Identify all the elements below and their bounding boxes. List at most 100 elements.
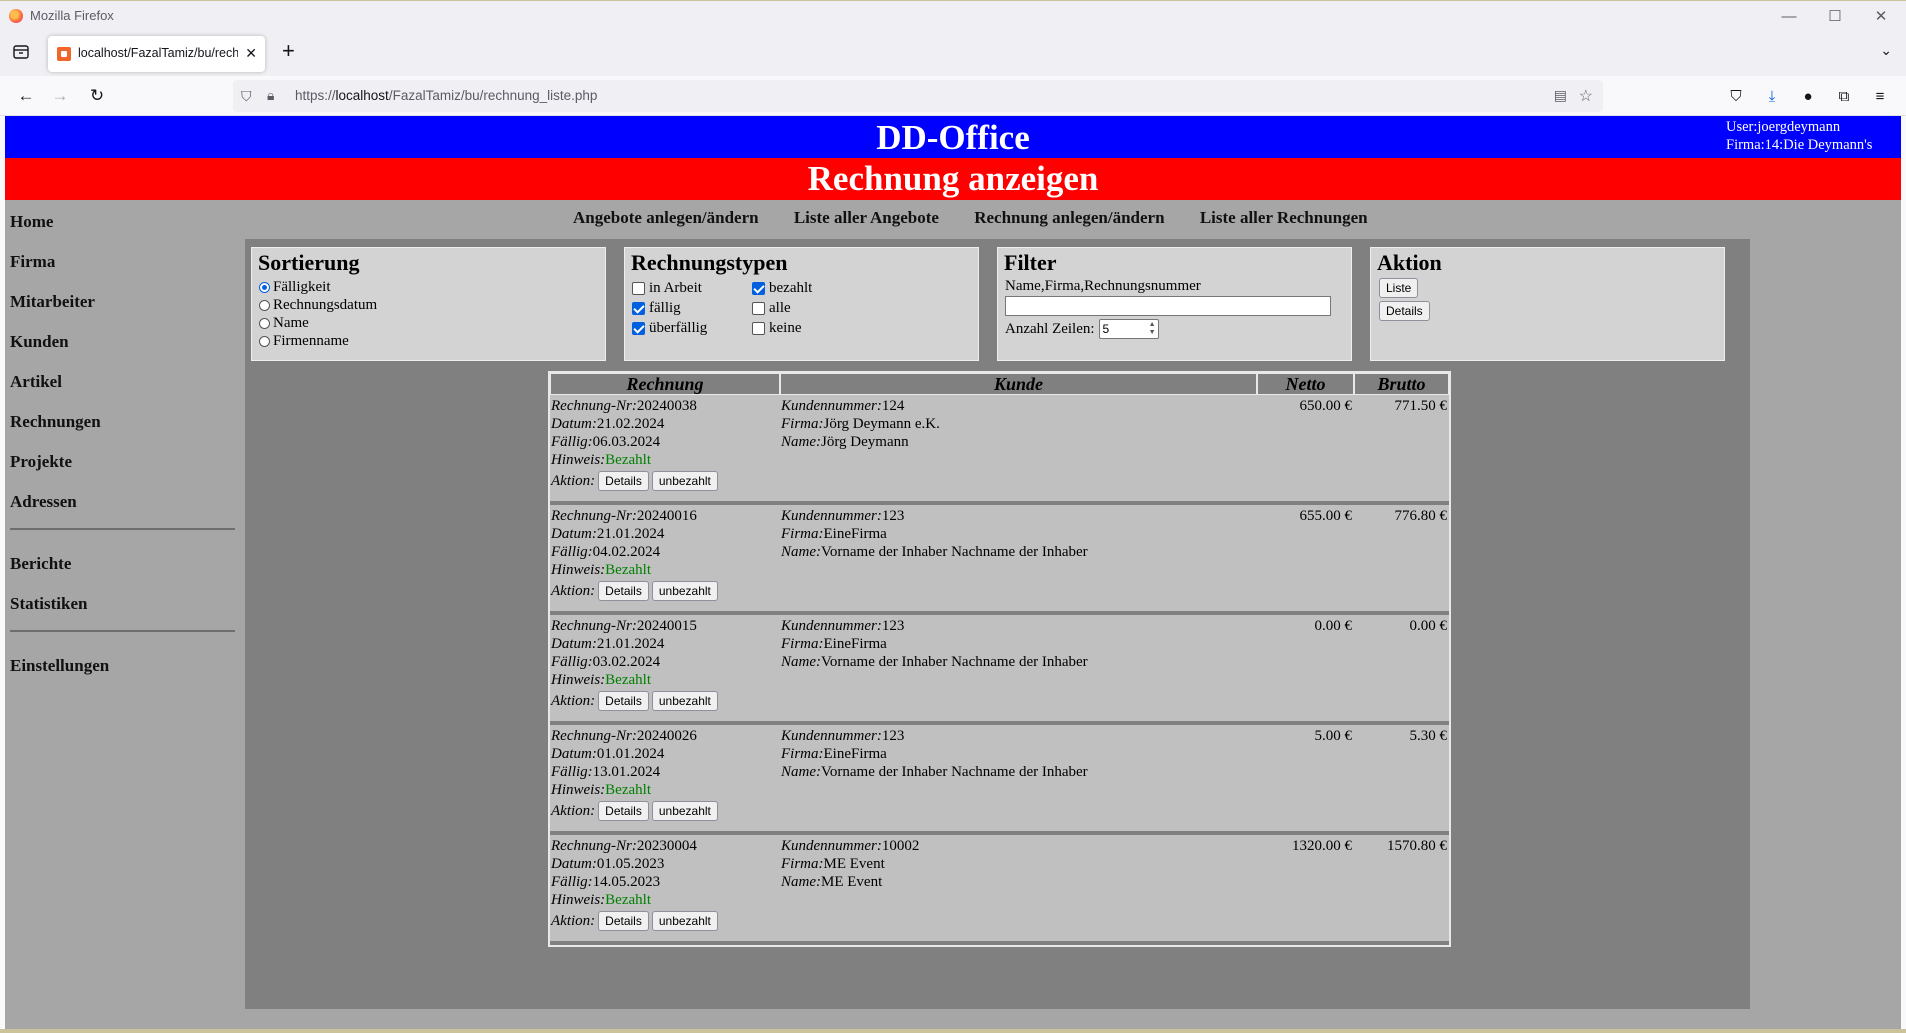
minimize-icon[interactable]: — [1766,1,1812,31]
menu-liste-rechnungen[interactable]: Liste aller Rechnungen [1200,208,1368,227]
sort-option-faelligkeit[interactable]: Fälligkeit [259,278,598,296]
type-in-arbeit[interactable]: in Arbeit [632,278,752,298]
customer-cell: Kundennummer:123 Firma:EineFirma Name:Vo… [781,508,1088,560]
aktion-panel: Aktion Liste Details [1370,247,1725,361]
customer-number: 123 [881,728,905,744]
menu-angebote-anlegen[interactable]: Angebote anlegen/ändern [573,208,759,227]
type-faellig[interactable]: fällig [632,298,752,318]
sort-option-name[interactable]: Name [259,314,598,332]
sidebar-item-kunden[interactable]: Kunden [10,326,240,366]
lock-icon[interactable]: 🔒︎ [267,87,274,104]
type-ueberfaellig[interactable]: überfällig [632,318,752,338]
menu-liste-angebote[interactable]: Liste aller Angebote [794,208,939,227]
brutto-value: 776.80 € [1394,508,1448,524]
status-paid: Bezahlt [605,562,651,578]
checkbox[interactable] [752,281,765,295]
invoice-date: 21.02.2024 [596,416,665,432]
due-date: 04.02.2024 [592,544,661,560]
due-date: 13.01.2024 [592,764,661,780]
close-tab-icon[interactable]: ✕ [245,45,257,62]
shield-icon[interactable]: ⛉ [241,88,252,105]
address-bar[interactable]: ⛉ 🔒︎ https://localhost/FazalTamiz/bu/rec… [233,80,1603,112]
sidebar-item-mitarbeiter[interactable]: Mitarbeiter [10,286,240,326]
sidebar-item-einstellungen[interactable]: Einstellungen [10,650,240,690]
back-icon[interactable]: ← [14,84,38,108]
sidebar-item-statistiken[interactable]: Statistiken [10,588,240,628]
checkbox[interactable] [632,301,645,315]
row-details-button[interactable]: Details [598,801,649,821]
row-details-button[interactable]: Details [598,471,649,491]
row-unbezahlt-button[interactable]: unbezahlt [651,691,718,711]
radio-button[interactable] [259,281,270,293]
checkbox[interactable] [632,281,645,295]
reload-icon[interactable]: ↻ [85,84,109,108]
sidebar-item-berichte[interactable]: Berichte [10,548,240,588]
row-unbezahlt-button[interactable]: unbezahlt [651,471,718,491]
forward-icon[interactable]: → [48,84,72,108]
menu-rechnung-anlegen[interactable]: Rechnung anlegen/ändern [974,208,1164,227]
brutto-value: 771.50 € [1394,398,1448,414]
sidebar-item-projekte[interactable]: Projekte [10,446,240,486]
sidebar-item-artikel[interactable]: Artikel [10,366,240,406]
close-window-icon[interactable]: ✕ [1858,1,1904,31]
radio-button[interactable] [259,335,270,347]
row-unbezahlt-button[interactable]: unbezahlt [651,911,718,931]
invoice-cell: Rechnung-Nr:20240015 Datum:21.01.2024 Fä… [550,615,780,721]
customer-number: 123 [881,508,905,524]
filter-search-input[interactable] [1005,296,1331,316]
sort-option-firmenname[interactable]: Firmenname [259,332,598,350]
menu-icon[interactable]: ≡ [1868,84,1892,108]
due-date: 14.05.2023 [592,874,661,890]
customer-name: ME Event [821,874,883,890]
account-icon[interactable]: ● [1796,84,1820,108]
spinner-arrows-icon[interactable]: ▲ ▼ [1149,321,1156,337]
brutto-value: 5.30 € [1409,728,1448,744]
type-bezahlt[interactable]: bezahlt [752,278,872,298]
type-keine[interactable]: keine [752,318,872,338]
radio-button[interactable] [259,299,270,311]
customer-company: ME Event [823,856,885,872]
row-unbezahlt-button[interactable]: unbezahlt [651,801,718,821]
tab-active[interactable]: localhost/FazalTamiz/bu/rechnu ✕ [48,36,265,72]
invoice-date: 21.01.2024 [596,526,665,542]
sidebar-item-rechnungen[interactable]: Rechnungen [10,406,240,446]
pocket-icon[interactable]: ⛉ [1724,84,1748,108]
checkbox[interactable] [752,321,765,335]
filter-title: Filter [1004,250,1057,275]
invoice-cell: Rechnung-Nr:20240038 Datum:21.02.2024 Fä… [550,395,780,501]
url-text[interactable]: https://localhost/FazalTamiz/bu/rechnung… [295,88,597,103]
extensions-icon[interactable]: ⧉ [1832,84,1856,108]
bookmark-star-icon[interactable]: ☆ [1579,86,1593,106]
sidebar-item-adressen[interactable]: Adressen [10,486,240,526]
new-tab-icon[interactable]: + [282,40,295,62]
checkbox[interactable] [752,301,765,315]
sort-option-rechnungsdatum[interactable]: Rechnungsdatum [259,296,598,314]
customer-number: 123 [881,618,905,634]
customer-company: EineFirma [823,636,887,652]
invoice-date: 01.05.2023 [596,856,665,872]
aktion-title: Aktion [1377,250,1442,275]
row-unbezahlt-button[interactable]: unbezahlt [651,581,718,601]
row-details-button[interactable]: Details [598,691,649,711]
netto-value: 650.00 € [1299,398,1353,414]
user-info: User:joergdeymann Firma:14:Die Deymann's [1726,118,1872,154]
checkbox[interactable] [632,321,645,335]
rechnungstypen-panel: Rechnungstypen in Arbeit bezahlt fällig … [624,247,979,361]
chevron-down-icon[interactable]: ⌄ [1880,42,1892,59]
brutto-value: 0.00 € [1409,618,1448,634]
maximize-icon[interactable]: ☐ [1812,1,1858,31]
reader-view-icon[interactable]: ▤ [1554,87,1567,104]
rows-number-input[interactable]: 5 ▲ ▼ [1098,319,1159,339]
row-details-button[interactable]: Details [598,581,649,601]
radio-button[interactable] [259,317,270,329]
sidebar-item-firma[interactable]: Firma [10,246,240,286]
tab-list-icon[interactable] [10,41,32,63]
details-button[interactable]: Details [1379,301,1430,321]
downloads-icon[interactable]: ⤓ [1760,84,1784,108]
type-alle[interactable]: alle [752,298,872,318]
row-details-button[interactable]: Details [598,911,649,931]
liste-button[interactable]: Liste [1379,278,1419,298]
col-header-netto: Netto [1257,373,1354,395]
sidebar-item-home[interactable]: Home [10,206,240,246]
window-title: Mozilla Firefox [30,8,114,23]
